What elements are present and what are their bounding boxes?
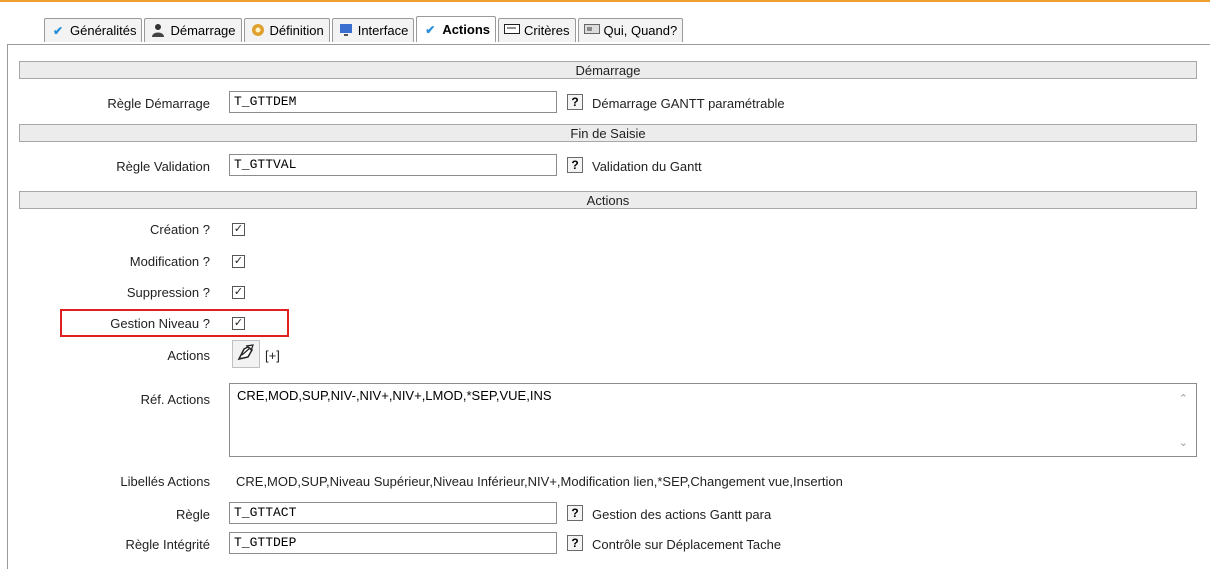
scroll-down-icon[interactable]: ⌄ — [1179, 436, 1188, 449]
tab-label: Actions — [442, 22, 490, 37]
tab-label: Qui, Quand? — [603, 23, 678, 38]
tab-label: Critères — [523, 23, 570, 38]
creation-label: Création ? — [150, 222, 210, 237]
libelles-actions-label: Libellés Actions — [120, 474, 210, 489]
libelles-actions-value: CRE,MOD,SUP,Niveau Supérieur,Niveau Infé… — [236, 474, 843, 489]
regle-input[interactable]: T_GTTACT — [229, 502, 557, 524]
regle-validation-label: Règle Validation — [116, 159, 210, 174]
actions-expand-button[interactable]: [+] — [265, 348, 280, 363]
ref-actions-value: CRE,MOD,SUP,NIV-,NIV+,NIV+,LMOD,*SEP,VUE… — [237, 388, 552, 403]
actions-panel — [7, 44, 1210, 569]
tab-actions[interactable]: ✔ Actions — [416, 16, 496, 42]
regle-integrite-help-button[interactable]: ? — [567, 535, 583, 551]
regle-help-button[interactable]: ? — [567, 505, 583, 521]
tab-criteres[interactable]: Critères — [497, 18, 576, 42]
regle-integrite-label: Règle Intégrité — [125, 537, 210, 552]
tab-generalites[interactable]: ✔ Généralités — [44, 18, 143, 42]
monitor-icon — [338, 23, 354, 39]
tab-label: Démarrage — [170, 23, 236, 38]
regle-validation-description: Validation du Gantt — [592, 159, 702, 174]
tab-label: Interface — [357, 23, 409, 38]
suppression-label: Suppression ? — [126, 285, 210, 300]
actions-label: Actions — [167, 348, 210, 363]
tab-strip: ✔ Généralités Démarrage Définition Inter… — [44, 16, 685, 42]
regle-demarrage-input[interactable]: T_GTTDEM — [229, 91, 557, 113]
regle-validation-input[interactable]: T_GTTVAL — [229, 154, 557, 176]
actions-edit-button[interactable] — [232, 340, 260, 368]
regle-demarrage-description: Démarrage GANTT paramétrable — [592, 96, 785, 111]
regle-integrite-description: Contrôle sur Déplacement Tache — [592, 537, 782, 552]
suppression-checkbox[interactable]: ✓ — [232, 286, 245, 299]
tab-label: Généralités — [70, 23, 137, 38]
gestion-niveau-highlight-box — [60, 309, 289, 337]
modification-checkbox[interactable]: ✓ — [232, 255, 245, 268]
tab-definition[interactable]: Définition — [243, 18, 330, 42]
form-icon — [503, 23, 520, 39]
user-icon — [150, 23, 166, 39]
gear-icon — [250, 23, 266, 39]
regle-label: Règle — [176, 507, 210, 522]
scroll-up-icon[interactable]: ⌃ — [1179, 392, 1188, 405]
section-header-actions: Actions — [19, 191, 1197, 209]
regle-demarrage-label: Règle Démarrage — [107, 96, 210, 111]
creation-checkbox[interactable]: ✓ — [232, 223, 245, 236]
tab-bar: ✔ Généralités Démarrage Définition Inter… — [0, 2, 1210, 46]
tab-qui-quand[interactable]: Qui, Quand? — [577, 18, 684, 42]
ref-actions-textarea[interactable]: CRE,MOD,SUP,NIV-,NIV+,NIV+,LMOD,*SEP,VUE… — [229, 383, 1197, 457]
section-header-demarrage: Démarrage — [19, 61, 1197, 79]
regle-demarrage-help-button[interactable]: ? — [567, 94, 583, 110]
hand-edit-icon — [236, 343, 256, 366]
ref-actions-label: Réf. Actions — [140, 392, 210, 407]
check-icon: ✔ — [52, 23, 64, 38]
tab-interface[interactable]: Interface — [331, 18, 415, 42]
check-icon: ✔ — [425, 22, 436, 37]
regle-description: Gestion des actions Gantt para — [592, 507, 772, 522]
section-header-fin-saisie: Fin de Saisie — [19, 124, 1197, 142]
tab-label: Définition — [269, 23, 324, 38]
tab-demarrage[interactable]: Démarrage — [144, 18, 242, 42]
calendar-icon — [583, 23, 600, 39]
regle-integrite-input[interactable]: T_GTTDEP — [229, 532, 557, 554]
regle-validation-help-button[interactable]: ? — [567, 157, 583, 173]
modification-label: Modification ? — [129, 254, 210, 269]
